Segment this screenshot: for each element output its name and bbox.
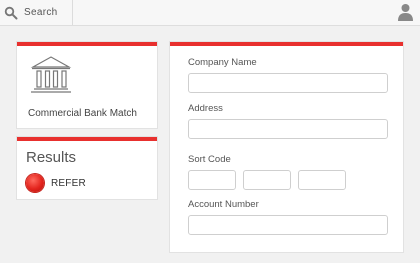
address-field[interactable] [188,119,388,139]
bank-match-label: Commercial Bank Match [28,108,137,119]
sort-code-label: Sort Code [188,154,231,165]
bank-match-card[interactable]: Commercial Bank Match [17,42,157,128]
sort-code-field-2[interactable] [243,170,291,190]
user-icon[interactable] [397,3,414,21]
status-badge: REFER [51,178,86,189]
results-card: Results REFER [17,137,157,199]
address-label: Address [188,103,223,114]
account-number-label: Account Number [188,199,259,210]
search-icon[interactable] [4,6,18,20]
sort-code-field-3[interactable] [298,170,346,190]
status-indicator-icon [26,174,44,192]
account-number-field[interactable] [188,215,388,235]
company-form: Company Name Address Sort Code Account N… [170,42,403,252]
divider [72,0,73,25]
top-bar: Search [0,0,420,26]
results-title: Results [26,149,77,166]
company-name-label: Company Name [188,57,257,68]
sort-code-field-1[interactable] [188,170,236,190]
search-input[interactable]: Search [24,7,58,18]
company-name-field[interactable] [188,73,388,93]
bank-icon [30,56,72,93]
